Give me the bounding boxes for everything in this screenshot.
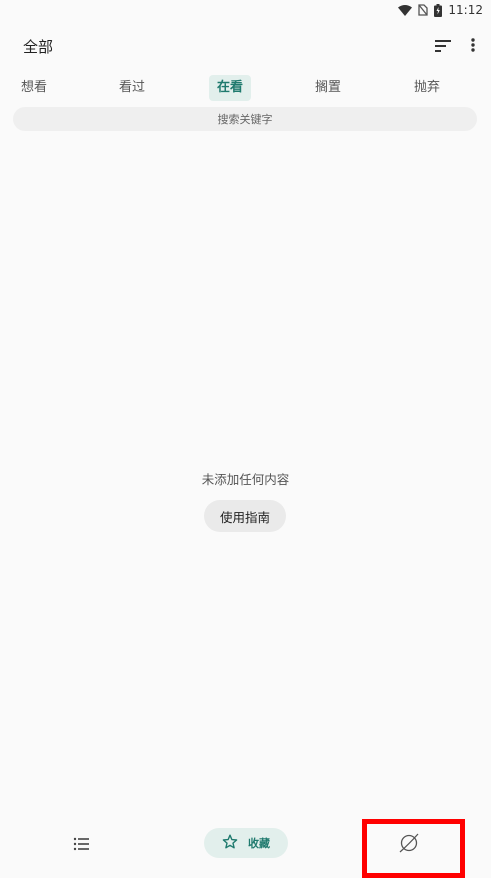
tab-dropped[interactable]: 抛弃 — [406, 75, 448, 101]
usage-guide-button[interactable]: 使用指南 — [204, 500, 286, 532]
page-title: 全部 — [23, 37, 54, 56]
tab-watching[interactable]: 在看 — [208, 75, 252, 101]
battery-icon — [434, 3, 443, 17]
star-icon — [222, 834, 238, 853]
status-time: 11:12 — [448, 3, 483, 17]
tab-watched[interactable]: 看过 — [111, 75, 153, 101]
more-options-icon[interactable] — [471, 37, 475, 56]
wifi-icon — [398, 4, 413, 16]
no-sim-icon — [418, 4, 429, 16]
search-input[interactable]: 搜索关键字 — [13, 107, 477, 131]
empty-state-message: 未添加任何内容 — [201, 472, 290, 487]
tab-on-hold[interactable]: 搁置 — [307, 75, 349, 101]
search-placeholder: 搜索关键字 — [217, 113, 273, 126]
compass-icon[interactable] — [396, 832, 422, 854]
bottom-navigation: 收藏 — [0, 814, 491, 872]
app-bar: 全部 — [0, 28, 491, 64]
status-bar: 11:12 — [0, 0, 491, 20]
list-icon[interactable] — [69, 834, 93, 854]
tab-want-to-watch[interactable]: 想看 — [13, 75, 55, 101]
sort-icon[interactable] — [435, 37, 451, 56]
favorites-tab[interactable]: 收藏 — [204, 828, 288, 858]
status-tabs: 想看 看过 在看 搁置 抛弃 — [0, 74, 491, 104]
favorites-label: 收藏 — [248, 837, 270, 850]
